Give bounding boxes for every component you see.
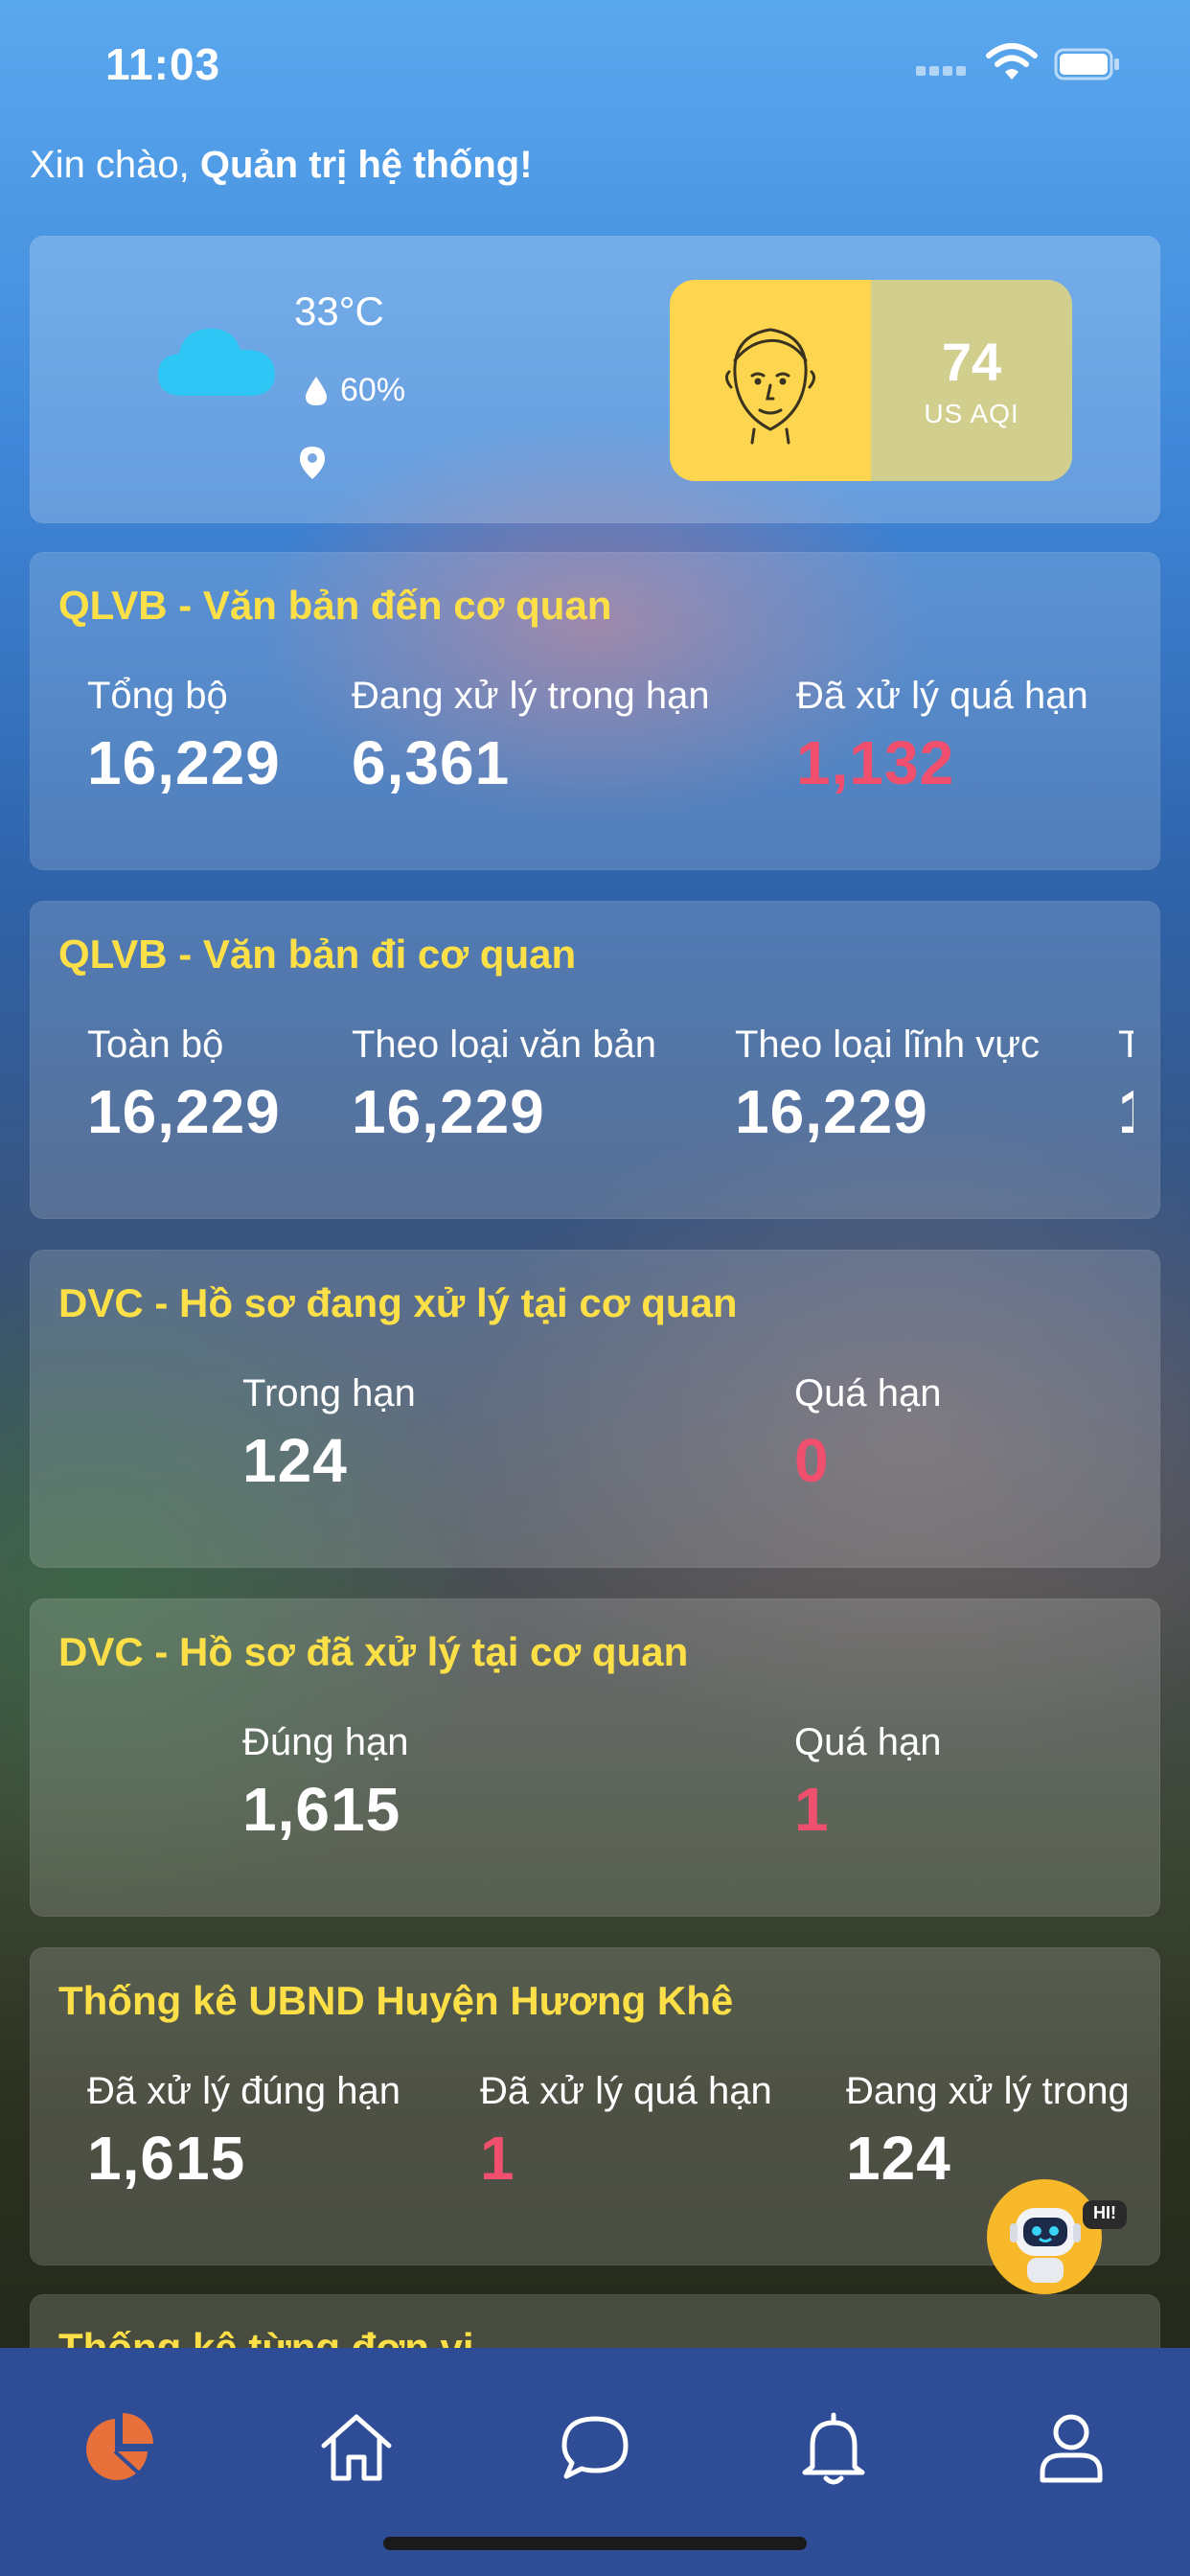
weather-card: 33°C 60% 74 US AQI <box>30 236 1160 523</box>
face-icon <box>724 328 816 445</box>
stat-value: 16,229 <box>87 1077 281 1146</box>
wifi-icon <box>986 43 1038 80</box>
stat-label: Quá hạn <box>794 1721 942 1763</box>
stat-label: Đã xử lý quá hạn <box>796 675 1088 717</box>
stat-value: 6,361 <box>352 728 511 797</box>
aqi-value: 74 <box>941 332 1002 392</box>
stat-label: Đúng hạn <box>242 1721 409 1763</box>
bell-icon <box>802 2412 865 2485</box>
stat-total: Tổng bộ 16,229 <box>87 675 281 798</box>
stat-by-field-type: Theo loại lĩnh vực 16,229 <box>735 1024 1040 1147</box>
greeting-prefix: Xin chào, <box>30 144 200 186</box>
stat-overdue: Quá hạn 1 <box>794 1721 941 1845</box>
stat-truncated: T 1 <box>1118 1024 1133 1147</box>
stat-processed-overdue: Đã xử lý quá hạn 1 <box>480 2070 772 2194</box>
stat-processed-overdue: Đã xử lý quá hạn 1,132 <box>796 675 1088 798</box>
stat-label: Tổng bộ <box>87 675 228 717</box>
status-bar: 11:03 <box>0 0 1190 125</box>
stat-label: Đã xử lý đúng hạn <box>87 2070 400 2112</box>
stat-value: 16,229 <box>735 1077 928 1146</box>
stat-on-schedule: Đúng hạn 1,615 <box>242 1721 408 1845</box>
pie-chart-icon <box>86 2413 153 2480</box>
greeting: Xin chào, Quản trị hệ thống! <box>30 144 533 187</box>
humidity: 60% <box>304 372 405 409</box>
stat-value: 1,615 <box>242 1775 401 1844</box>
stat-processing-on-time: Đang xử lý trong hạn 6,361 <box>352 675 710 798</box>
card-title: DVC - Hồ sơ đang xử lý tại cơ quan <box>58 1280 738 1325</box>
card-dvc-processed[interactable]: DVC - Hồ sơ đã xử lý tại cơ quan Đúng hạ… <box>30 1598 1160 1917</box>
tab-notifications[interactable] <box>795 2409 872 2486</box>
card-outgoing-documents[interactable]: QLVB - Văn bản đi cơ quan Toàn bộ 16,229… <box>30 901 1160 1219</box>
user-icon <box>1040 2414 1103 2483</box>
stat-label: Theo loại lĩnh vực <box>735 1024 1041 1066</box>
aqi-value-panel: 74 US AQI <box>871 280 1072 481</box>
humidity-value: 60% <box>340 372 406 408</box>
cloud-icon <box>158 328 275 396</box>
stat-label: Quá hạn <box>794 1372 942 1414</box>
greeting-user-name: Quản trị hệ thống! <box>199 144 533 186</box>
aqi-widget[interactable]: 74 US AQI <box>670 280 1072 481</box>
stat-value: 16,229 <box>87 728 281 797</box>
card-incoming-documents[interactable]: QLVB - Văn bản đến cơ quan Tổng bộ 16,22… <box>30 552 1160 870</box>
stats-scroll-area[interactable]: Toàn bộ 16,229 Theo loại văn bản 16,229 … <box>30 901 1133 1219</box>
home-indicator[interactable] <box>383 2537 807 2550</box>
stat-label: Toàn bộ <box>87 1024 224 1066</box>
stat-label: Trong hạn <box>242 1372 416 1414</box>
stat-value: 1 <box>794 1775 830 1844</box>
water-drop-icon <box>306 376 327 405</box>
stat-value: 1 <box>480 2124 515 2193</box>
stats-scroll-area[interactable]: Đã xử lý đúng hạn 1,615 Đã xử lý quá hạn… <box>30 1947 1133 2266</box>
stat-label: Đang xử lý trong <box>846 2070 1130 2112</box>
aqi-face-panel <box>670 280 871 481</box>
stat-overdue: Quá hạn 0 <box>794 1372 941 1496</box>
stat-value: 1,132 <box>796 728 955 797</box>
aqi-unit: US AQI <box>924 399 1019 428</box>
stat-all: Toàn bộ 16,229 <box>87 1024 281 1147</box>
chatbot-button[interactable]: HI! <box>987 2174 1131 2298</box>
stat-value: 16,229 <box>352 1077 545 1146</box>
status-time: 11:03 <box>105 39 221 89</box>
stat-on-time: Trong hạn 124 <box>242 1372 416 1496</box>
stat-value: 0 <box>794 1426 830 1495</box>
chat-bubble-icon <box>561 2416 629 2479</box>
stat-by-document-type: Theo loại văn bản 16,229 <box>352 1024 656 1147</box>
stat-value: 1 <box>1118 1076 1133 1147</box>
home-icon <box>321 2414 392 2481</box>
stat-label: Đang xử lý trong hạn <box>352 675 710 717</box>
cellular-signal-icon <box>916 63 970 76</box>
tab-home[interactable] <box>318 2409 395 2486</box>
chatbot-hi-badge: HI! <box>1093 2203 1116 2222</box>
battery-icon <box>1054 48 1119 80</box>
stat-label: T <box>1118 1024 1133 1066</box>
card-title: QLVB - Văn bản đến cơ quan <box>58 583 612 628</box>
card-dvc-processing[interactable]: DVC - Hồ sơ đang xử lý tại cơ quan Trong… <box>30 1250 1160 1568</box>
location-pin-icon[interactable] <box>298 445 327 481</box>
stat-processed-on-time: Đã xử lý đúng hạn 1,615 <box>87 2070 400 2194</box>
stat-label: Đã xử lý quá hạn <box>480 2070 772 2112</box>
stat-value: 124 <box>242 1426 348 1495</box>
robot-icon <box>987 2179 1127 2294</box>
stat-value: 1,615 <box>87 2124 246 2193</box>
tab-profile[interactable] <box>1033 2409 1110 2486</box>
card-title: DVC - Hồ sơ đã xử lý tại cơ quan <box>58 1629 689 1674</box>
tab-dashboard[interactable] <box>80 2409 157 2486</box>
stat-label: Theo loại văn bản <box>352 1024 657 1066</box>
temperature: 33°C <box>294 288 384 334</box>
tab-messages[interactable] <box>557 2409 633 2486</box>
